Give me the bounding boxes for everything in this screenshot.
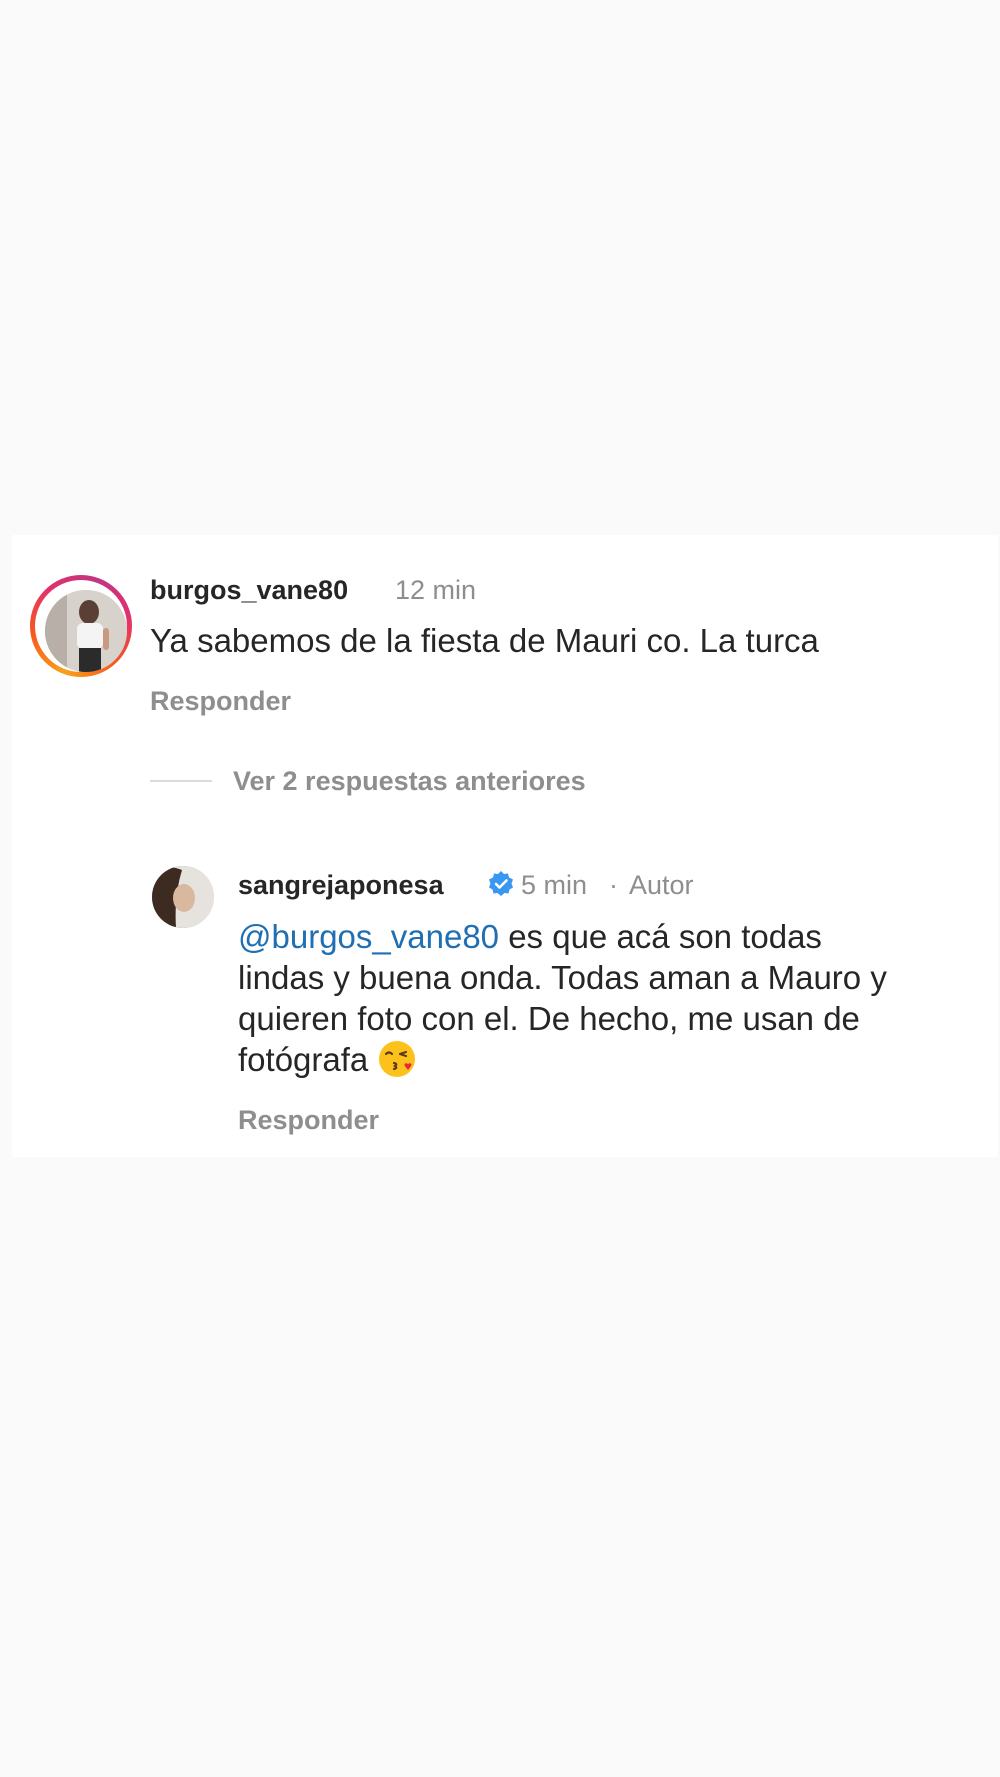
avatar bbox=[45, 590, 127, 672]
meta-separator: · bbox=[609, 870, 618, 900]
reply-time: 5 min bbox=[521, 870, 588, 900]
reply-text-line-1: @burgos_vane80 es que acá son todas bbox=[238, 916, 822, 957]
reply-button[interactable]: Responder bbox=[150, 686, 291, 717]
avatar[interactable] bbox=[152, 866, 214, 928]
reply-text-segment: es que acá son todas bbox=[499, 918, 822, 955]
kissing-face-icon bbox=[379, 1041, 416, 1077]
comment-time: 12 min bbox=[395, 575, 477, 605]
person-photo-icon bbox=[152, 866, 214, 928]
verified-badge-icon bbox=[489, 871, 513, 896]
author-badge: Autor bbox=[629, 870, 694, 900]
comment-username[interactable]: burgos_vane80 bbox=[150, 575, 348, 606]
story-ring-avatar[interactable] bbox=[30, 575, 132, 677]
view-previous-replies-button[interactable]: Ver 2 respuestas anteriores bbox=[233, 766, 586, 797]
comment-text: Ya sabemos de la fiesta de Mauri co. La … bbox=[150, 622, 819, 659]
reply-text-line-4: fotógrafa bbox=[238, 1039, 417, 1080]
reply-text-segment: fotógrafa bbox=[238, 1041, 369, 1078]
divider-line bbox=[150, 780, 212, 782]
reply-button[interactable]: Responder bbox=[238, 1105, 379, 1136]
reply-text-line-3: quieren foto con el. De hecho, me usan d… bbox=[238, 1000, 860, 1037]
reply-username[interactable]: sangrejaponesa bbox=[238, 870, 444, 901]
person-photo-icon bbox=[45, 590, 127, 672]
mention-link[interactable]: @burgos_vane80 bbox=[238, 918, 499, 955]
reply-text-line-2: lindas y buena onda. Todas aman a Mauro … bbox=[238, 959, 887, 996]
